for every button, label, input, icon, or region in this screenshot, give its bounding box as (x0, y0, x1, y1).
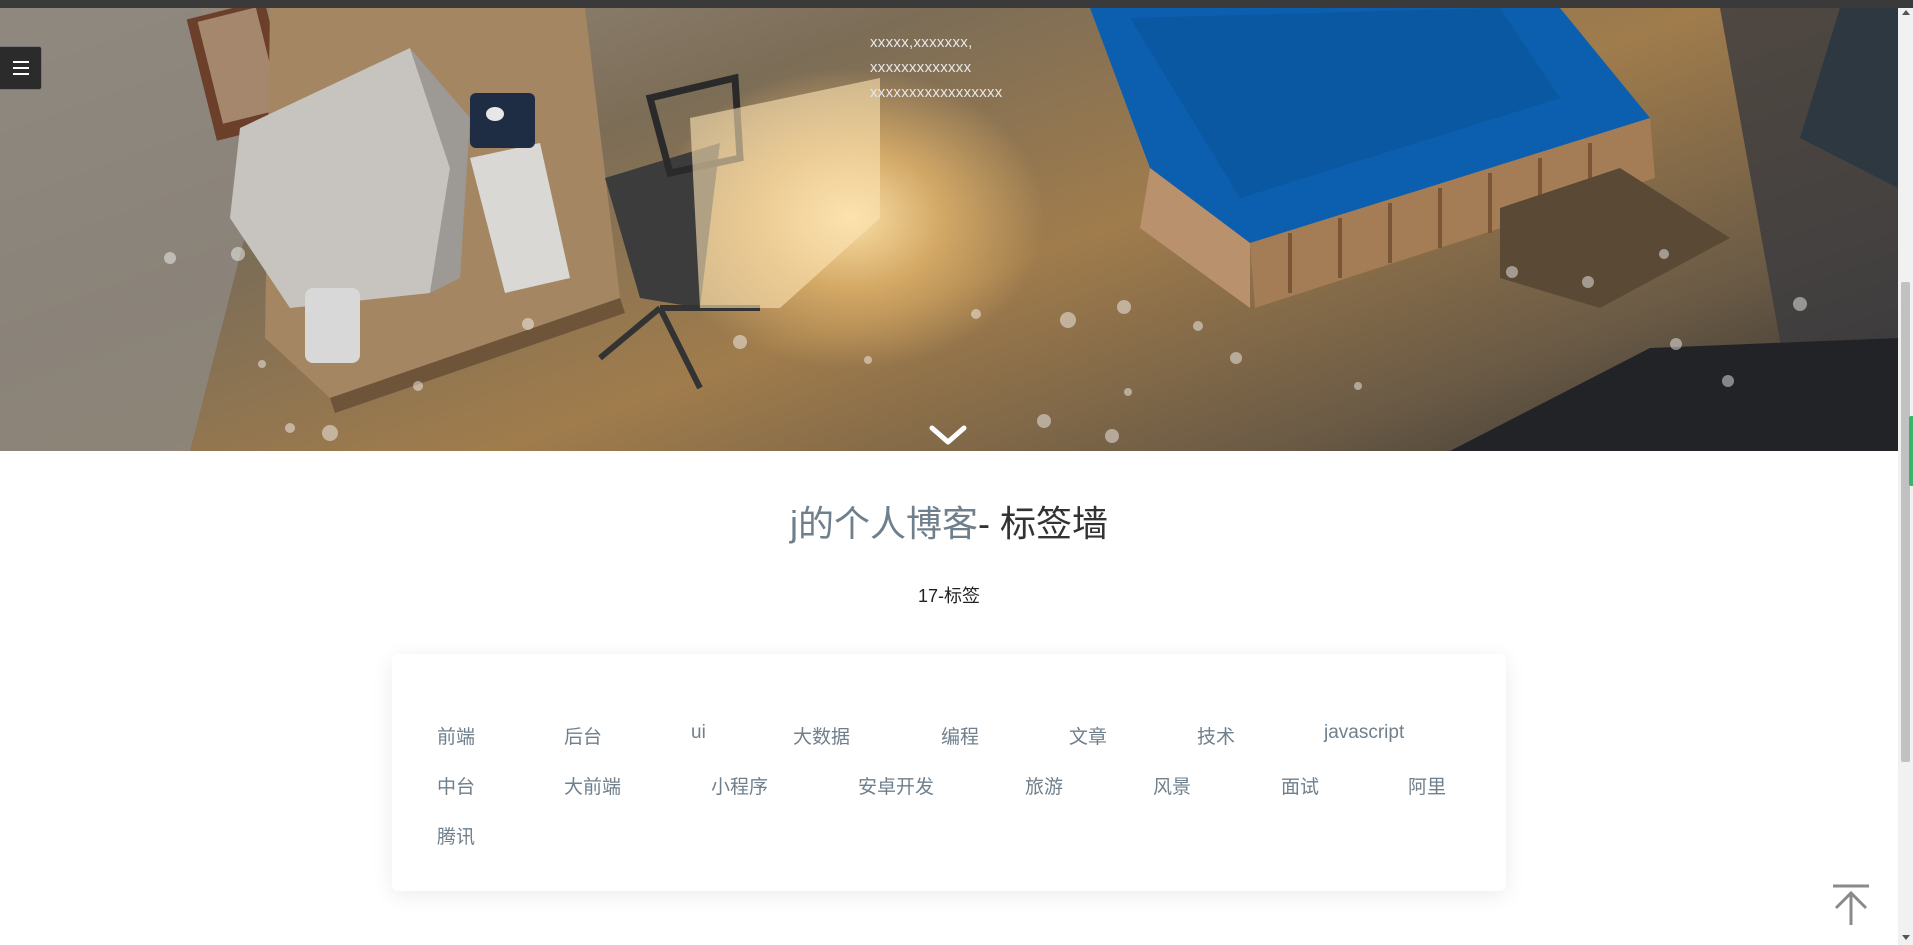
tag-link[interactable]: 文章 (1069, 722, 1107, 749)
scrollbar-thumb[interactable] (1901, 282, 1910, 762)
hero-line: xxxxxxxxxxxxxxxxx (870, 84, 1003, 101)
page-title-suffix: - 标签墙 (978, 503, 1108, 544)
side-widget-tab[interactable] (1909, 416, 1913, 486)
tag-count: 17-标签 (917, 586, 980, 606)
tag-link[interactable]: 大数据 (793, 722, 850, 749)
tag-link[interactable]: javascript (1324, 722, 1404, 744)
hero-line: xxxxxxxxxxxxx (870, 59, 972, 76)
tag-link[interactable]: 安卓开发 (858, 772, 934, 799)
tag-link[interactable]: 风景 (1153, 772, 1191, 799)
browser-top-bar (0, 0, 1913, 8)
tag-wall-card: 前端 后台 ui 大数据 编程 文章 技术 javascript 中台 大前端 … (392, 654, 1506, 891)
tag-link[interactable]: 腾讯 (437, 822, 475, 849)
tag-link[interactable]: ui (691, 722, 706, 744)
hero-line: xxxxx,xxxxxxx, (870, 34, 973, 51)
tag-link[interactable]: 面试 (1281, 772, 1319, 799)
blog-name: j的个人博客 (790, 503, 978, 544)
back-to-top-button[interactable] (1830, 883, 1872, 927)
menu-toggle-button[interactable] (0, 46, 42, 90)
tag-link[interactable]: 小程序 (711, 772, 768, 799)
tag-link[interactable]: 编程 (941, 722, 979, 749)
tag-link[interactable]: 前端 (437, 722, 475, 749)
scroll-down-arrow[interactable] (1902, 935, 1910, 940)
tag-link[interactable]: 技术 (1197, 722, 1235, 749)
tag-link[interactable]: 大前端 (564, 772, 621, 799)
hero-intro-text: xxxxx,xxxxxxx, xxxxxxxxxxxxx xxxxxxxxxxx… (870, 30, 1003, 105)
scroll-up-arrow[interactable] (1902, 10, 1910, 15)
tag-link[interactable]: 中台 (437, 772, 475, 799)
tag-link[interactable]: 旅游 (1025, 772, 1063, 799)
hero-banner: xxxxx,xxxxxxx, xxxxxxxxxxxxx xxxxxxxxxxx… (0, 8, 1898, 451)
chevron-down-icon[interactable] (928, 420, 968, 450)
menu-icon (12, 59, 29, 77)
tag-link[interactable]: 阿里 (1408, 772, 1446, 799)
page-title: j的个人博客- 标签墙 (0, 495, 1898, 547)
tag-link[interactable]: 后台 (564, 722, 602, 749)
arrow-up-icon (1833, 884, 1869, 925)
